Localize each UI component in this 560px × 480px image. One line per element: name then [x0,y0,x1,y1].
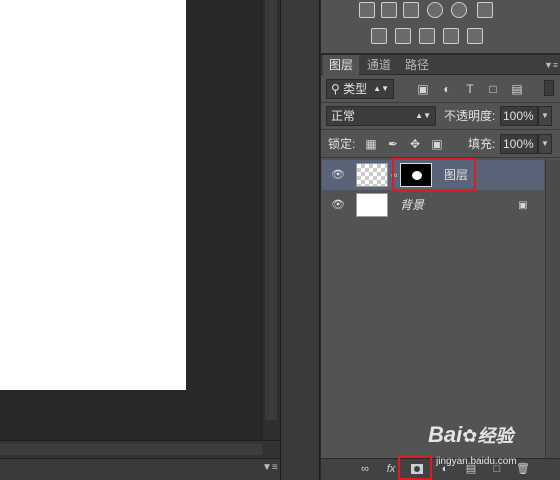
layer-name[interactable]: 背景 [400,195,424,215]
status-menu-icon[interactable]: ▼≡ [262,462,278,474]
fx-icon[interactable]: fx [384,462,398,476]
tab-channels[interactable]: 通道 [361,55,397,75]
panel-dock-gutter [280,0,320,480]
channel-mixer-icon[interactable] [451,2,467,18]
type-filter-icon[interactable]: T [463,82,477,96]
filter-toggle-icon[interactable] [544,80,554,96]
fill-dropdown-icon[interactable]: ▼ [538,134,552,154]
opacity-input[interactable]: 100% [500,106,538,126]
opacity-dropdown-icon[interactable]: ▼ [538,106,552,126]
watermark-url: jingyan.baidu.com [436,456,517,467]
gradient-map-icon[interactable] [467,28,483,44]
invert-icon[interactable] [371,28,387,44]
blend-mode-value: 正常 [331,109,356,123]
eye-icon[interactable]: 👁 [330,169,346,181]
blend-mode-dropdown[interactable]: 正常 ▲▼ [326,106,436,126]
link-icon[interactable]: ∞ [358,462,372,476]
tab-layers[interactable]: 图层 [323,55,360,75]
adjustments-panel [321,0,560,54]
smart-object-filter-icon[interactable]: ▤ [510,82,524,96]
filter-kind-label: 类型 [343,82,368,96]
status-bar [0,458,280,480]
watermark-brand-suffix: 经验 [477,426,514,446]
lock-all-icon[interactable]: ▣ [430,137,444,151]
eye-icon[interactable]: 👁 [330,199,346,211]
divider [321,129,560,130]
panel-tab-bar: 图层 通道 路径 [321,55,560,75]
levels-icon[interactable] [359,2,375,18]
adjustment-filter-icon[interactable]: ◐ [440,82,454,96]
lock-brush-icon[interactable]: ✒ [386,137,400,151]
lock-label: 锁定: [328,137,356,151]
selective-color-icon[interactable] [403,2,419,18]
baidu-watermark: Bai✿经验 jingyan.baidu.com [424,418,560,480]
dropdown-arrows-icon: ▲▼ [415,111,431,120]
search-icon: ⚲ [331,82,340,96]
watermark-brand: Bai [428,422,463,447]
grid-lookup-icon[interactable] [477,2,493,18]
balance-icon[interactable] [381,2,397,18]
camera-filter-icon[interactable] [427,2,443,18]
fill-label: 填充: [468,137,496,151]
posterize-icon[interactable] [395,28,411,44]
tab-paths[interactable]: 路径 [399,55,435,75]
opacity-label: 不透明度: [444,109,496,123]
lock-position-icon[interactable]: ✥ [408,137,422,151]
divider [321,102,560,103]
shape-filter-icon[interactable]: □ [486,82,500,96]
fill-input[interactable]: 100% [500,134,538,154]
layer-filter-dropdown[interactable]: ⚲ 类型 ▲▼ [326,79,394,99]
threshold-icon[interactable] [419,28,435,44]
lock-icon: ▣ [518,200,528,211]
layer-thumbnail[interactable] [356,193,388,217]
dropdown-arrows-icon: ▲▼ [373,84,389,93]
selective-icon[interactable] [443,28,459,44]
paw-icon: ✿ [462,426,478,446]
panel-menu-icon[interactable]: ▼≡ [544,60,558,70]
document-canvas[interactable] [0,0,186,390]
vertical-scroll-thumb[interactable] [265,0,277,420]
pixel-filter-icon[interactable]: ▣ [416,82,430,96]
layers-scrollbar[interactable] [545,160,560,458]
layer-thumbnail[interactable] [356,163,388,187]
lock-transparency-icon[interactable]: ▦ [364,137,378,151]
highlight-box-mask [392,158,476,191]
horizontal-scroll-thumb[interactable] [0,443,262,455]
